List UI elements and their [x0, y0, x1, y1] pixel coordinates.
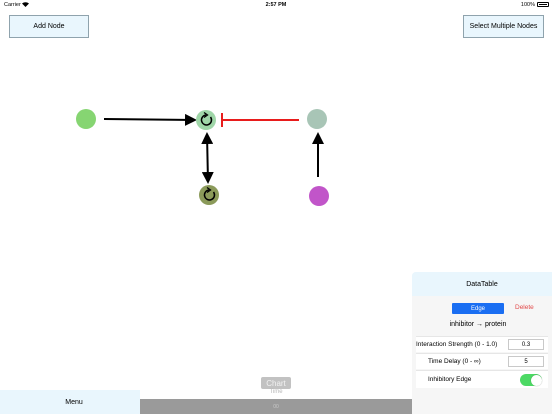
- toggle-knob: [530, 374, 542, 386]
- edge-n2-n4[interactable]: [201, 132, 214, 184]
- interaction-strength-label: Interaction Strength (0 - 1.0): [416, 341, 498, 348]
- time-delay-label: Time Delay (0 - ∞): [428, 358, 481, 365]
- menu-button[interactable]: Menu: [8, 390, 140, 414]
- interaction-strength-row: Interaction Strength (0 - 1.0) 0.3: [416, 336, 548, 352]
- time-label: Time: [269, 389, 283, 395]
- edge-description: inhibitor → protein: [449, 321, 507, 328]
- node-n2[interactable]: [196, 110, 216, 130]
- node-n1[interactable]: [76, 109, 96, 129]
- data-table-panel: DataTable Edge Delete inhibitor → protei…: [412, 272, 552, 414]
- time-delay-row: Time Delay (0 - ∞) 5: [416, 353, 548, 369]
- inhibitory-edge-label: Inhibitory Edge: [428, 376, 472, 383]
- time-delay-field[interactable]: 5: [508, 356, 544, 367]
- chart-button[interactable]: Chart: [261, 377, 291, 389]
- delete-button[interactable]: Delete: [515, 304, 534, 311]
- node-n3[interactable]: [307, 109, 327, 129]
- node-n4[interactable]: [199, 185, 219, 205]
- interaction-strength-field[interactable]: 0.3: [508, 339, 544, 350]
- edge-n1-n2[interactable]: [103, 113, 197, 126]
- time-slider[interactable]: 00: [140, 399, 412, 414]
- inhibitory-edge-toggle[interactable]: [520, 374, 542, 386]
- data-table-title: DataTable: [412, 272, 552, 296]
- node-n5[interactable]: [309, 186, 329, 206]
- edge-segment-button[interactable]: Edge: [452, 303, 504, 314]
- menu-button-edge: [0, 390, 8, 414]
- inhibitory-edge-row: Inhibitory Edge: [416, 370, 548, 388]
